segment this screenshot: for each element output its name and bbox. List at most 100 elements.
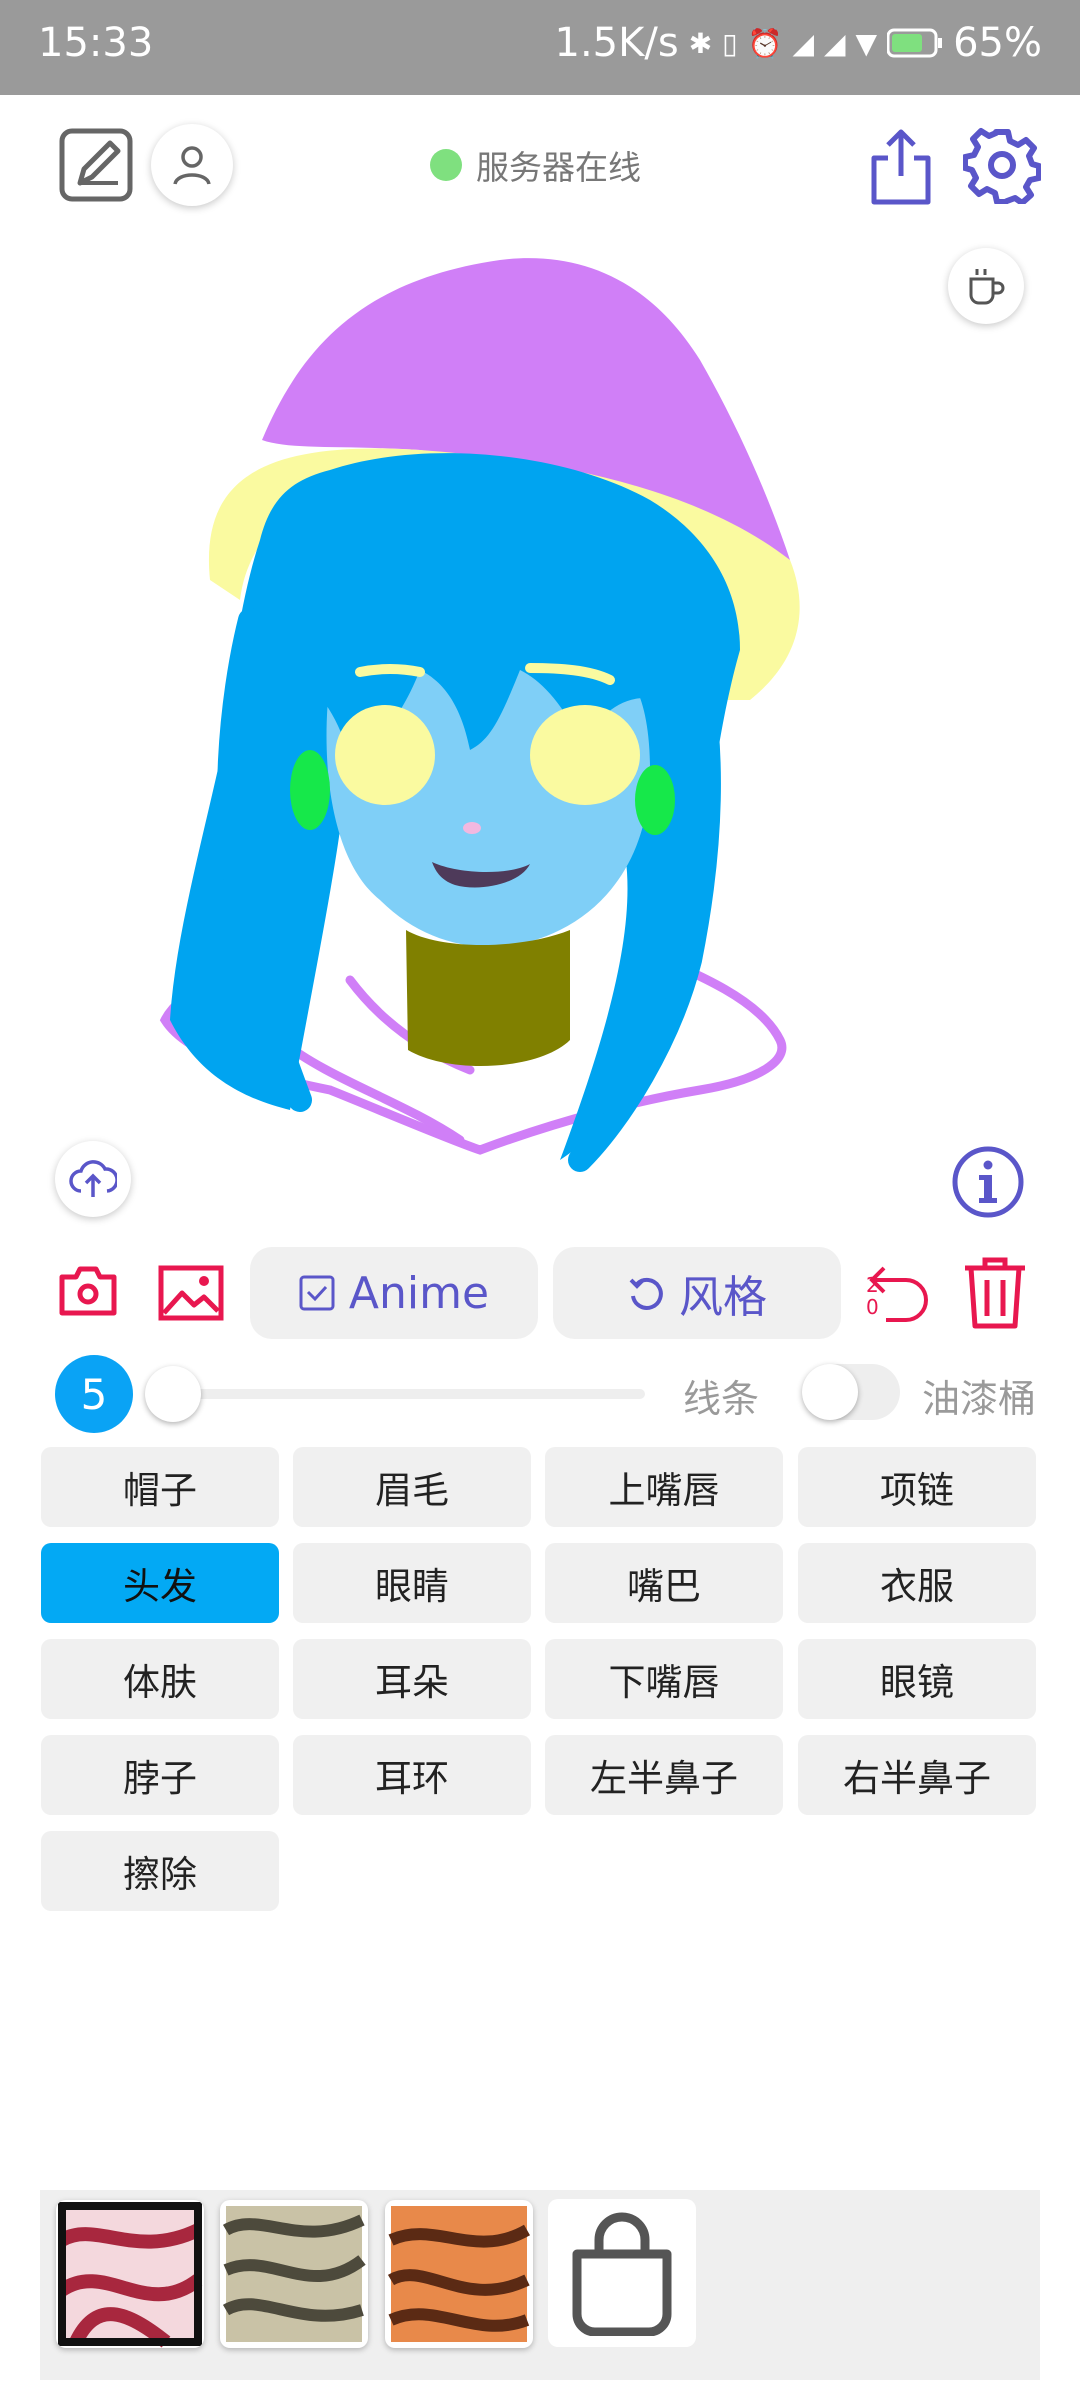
- battery-icon: [887, 28, 943, 58]
- part-label: 耳朵: [375, 1661, 449, 1704]
- trash-icon: [965, 1257, 1025, 1329]
- shopping-bag-icon: [572, 2212, 672, 2336]
- server-status: 服务器在线: [430, 140, 641, 190]
- part-button[interactable]: 耳朵: [293, 1639, 531, 1719]
- camera-button[interactable]: [58, 1263, 118, 1319]
- part-label: 衣服: [880, 1565, 954, 1608]
- bucket-mode-label: 油漆桶: [922, 1377, 1037, 1421]
- style-button[interactable]: 风格: [553, 1247, 841, 1339]
- eyebrow-left: [355, 664, 425, 677]
- upload-button[interactable]: [55, 1141, 131, 1217]
- part-label: 头发: [123, 1565, 197, 1608]
- cloud-upload-icon: [69, 1160, 117, 1197]
- part-button[interactable]: 项链: [798, 1447, 1036, 1527]
- part-label: 眼睛: [375, 1565, 449, 1608]
- ear-left: [290, 750, 330, 830]
- alarm-icon: ⏰: [747, 26, 783, 60]
- part-label: 擦除: [123, 1853, 197, 1896]
- gear-icon: [963, 128, 1041, 204]
- user-icon: [173, 146, 211, 185]
- image-icon: [158, 1265, 224, 1321]
- brush-size-slider[interactable]: [150, 1389, 645, 1399]
- bucket-toggle-knob: [802, 1364, 858, 1420]
- server-status-dot: [430, 149, 462, 181]
- ear-right: [635, 765, 675, 835]
- gallery-button[interactable]: [158, 1265, 224, 1321]
- eye-right: [530, 705, 640, 805]
- line-mode-label: 线条: [683, 1377, 760, 1421]
- edit-button[interactable]: [58, 127, 134, 203]
- style-thumbnail[interactable]: [220, 2200, 368, 2348]
- neck-stroke: [406, 930, 570, 1067]
- part-label: 耳环: [375, 1757, 449, 1800]
- wifi-icon: ▼: [855, 26, 878, 60]
- part-button[interactable]: 体肤: [41, 1639, 279, 1719]
- undo-style-icon: [629, 1277, 663, 1310]
- style-label: 风格: [679, 1272, 767, 1323]
- part-label: 脖子: [123, 1757, 197, 1800]
- part-button[interactable]: 右半鼻子: [798, 1735, 1036, 1815]
- status-icons: 1.5K/s ✱ ▯ ⏰ ◢ ◢ ▼ 65%: [555, 20, 1042, 66]
- network-speed: 1.5K/s: [554, 20, 679, 66]
- part-label: 左半鼻子: [590, 1757, 738, 1800]
- style-thumbnail[interactable]: [56, 2200, 204, 2348]
- vibrate-icon: ▯: [722, 26, 738, 60]
- part-button[interactable]: 擦除: [41, 1831, 279, 1911]
- info-button[interactable]: [951, 1145, 1025, 1219]
- part-label: 帽子: [123, 1469, 197, 1512]
- drawing-canvas[interactable]: [150, 240, 830, 1180]
- bluetooth-icon: ✱: [688, 26, 713, 60]
- anime-toggle[interactable]: Anime: [250, 1247, 538, 1339]
- part-label: 下嘴唇: [608, 1661, 720, 1704]
- style-thumbnail-image: [58, 2202, 203, 2348]
- info-icon: [952, 1146, 1024, 1218]
- coffee-button[interactable]: [948, 248, 1024, 324]
- part-label: 上嘴唇: [608, 1469, 720, 1512]
- camera-icon: [59, 1266, 117, 1316]
- store-button[interactable]: [548, 2199, 696, 2347]
- brush-size-badge: 5: [55, 1355, 133, 1433]
- style-thumbnail[interactable]: [385, 2200, 533, 2348]
- part-label: 眼镜: [880, 1661, 954, 1704]
- trash-button[interactable]: [963, 1256, 1027, 1330]
- coffee-icon: [969, 269, 1005, 305]
- part-button[interactable]: 脖子: [41, 1735, 279, 1815]
- battery-percent: 65%: [953, 20, 1042, 66]
- part-button[interactable]: 眉毛: [293, 1447, 531, 1527]
- signal-icon: ◢: [792, 26, 814, 60]
- part-button[interactable]: 嘴巴: [545, 1543, 783, 1623]
- nose: [463, 822, 481, 834]
- brush-size-thumb[interactable]: [145, 1366, 201, 1422]
- server-status-label: 服务器在线: [476, 148, 641, 187]
- part-label: 眉毛: [375, 1469, 449, 1512]
- anime-label: Anime: [348, 1267, 490, 1319]
- profile-button[interactable]: [151, 124, 233, 206]
- signal-icon-2: ◢: [824, 26, 846, 60]
- style-thumbnail-image: [387, 2206, 530, 2342]
- part-button[interactable]: 左半鼻子: [545, 1735, 783, 1815]
- edit-icon: [59, 128, 133, 202]
- part-button[interactable]: 眼睛: [293, 1543, 531, 1623]
- style-thumbnail-image: [222, 2206, 366, 2342]
- status-time: 15:33: [38, 20, 154, 66]
- part-label: 体肤: [123, 1661, 197, 1704]
- eye-left: [335, 705, 435, 805]
- part-button[interactable]: 下嘴唇: [545, 1639, 783, 1719]
- part-button[interactable]: 眼镜: [798, 1639, 1036, 1719]
- undo-count: 20: [866, 1273, 879, 1319]
- settings-button[interactable]: [963, 126, 1041, 204]
- part-label: 右半鼻子: [843, 1757, 991, 1800]
- part-button[interactable]: 耳环: [293, 1735, 531, 1815]
- undo-button[interactable]: 20: [862, 1258, 932, 1328]
- share-button[interactable]: [866, 126, 936, 206]
- part-button[interactable]: 衣服: [798, 1543, 1036, 1623]
- part-label: 嘴巴: [627, 1565, 701, 1608]
- part-label: 项链: [880, 1469, 954, 1512]
- brush-size-value: 5: [80, 1369, 108, 1419]
- part-button[interactable]: 帽子: [41, 1447, 279, 1527]
- share-icon: [871, 129, 931, 205]
- status-bar: 15:33 1.5K/s ✱ ▯ ⏰ ◢ ◢ ▼ 65%: [0, 0, 1080, 95]
- part-button[interactable]: 上嘴唇: [545, 1447, 783, 1527]
- part-button-selected[interactable]: 头发: [41, 1543, 279, 1623]
- bucket-toggle[interactable]: [802, 1364, 900, 1420]
